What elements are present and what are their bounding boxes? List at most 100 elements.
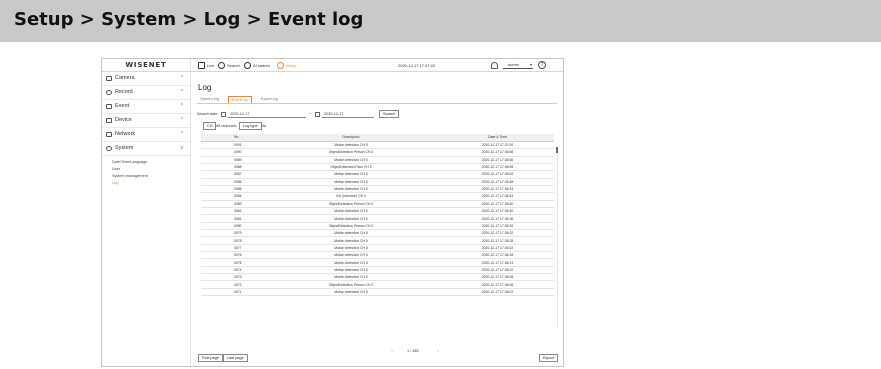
- table-row[interactable]: 0075 Motion detection CH 5 2020-12-17 17:3…: [201, 258, 554, 267]
- cell-description: ObjectDetection Person CH 2: [261, 148, 441, 157]
- cell-datetime: 2020-12-17 17:37:00: [441, 141, 554, 150]
- scrollbar-thumb[interactable]: [556, 147, 558, 153]
- sidebar-item-camera[interactable]: Camera ^: [102, 72, 190, 86]
- table-row[interactable]: 0090 ObjectDetection Person CH 2 2020-12-1…: [201, 148, 554, 157]
- last-page-button[interactable]: Last page: [223, 354, 248, 362]
- sidebar-item-label: Device: [115, 117, 132, 123]
- sidebar-item-network[interactable]: Network ^: [102, 128, 190, 142]
- calendar-icon[interactable]: [221, 112, 226, 117]
- table-row[interactable]: 0074 Motion detection CH 5 2020-12-17 17:3…: [201, 266, 554, 275]
- user-icon: [491, 62, 498, 69]
- table-row[interactable]: 0085 Motion detection CH 5 2020-12-17 17:3…: [201, 185, 554, 194]
- sidebar-subitem-user[interactable]: User: [102, 166, 190, 173]
- cell-no: 0072: [201, 280, 261, 289]
- chevron-up-icon: ^: [180, 89, 183, 95]
- table-row[interactable]: 0080 ObjectDetection Person CH 2 2020-12-1…: [201, 222, 554, 231]
- table-row[interactable]: 0086 Motion detection CH 5 2020-12-17 17:3…: [201, 178, 554, 186]
- cell-no: 0080: [201, 222, 261, 231]
- table-header: No. Description Date & Time: [201, 134, 554, 142]
- menu-ai-search[interactable]: AI search: [244, 61, 270, 70]
- search-button[interactable]: Search: [379, 110, 400, 118]
- system-gear-icon: [106, 146, 112, 151]
- table-row[interactable]: 0087 Motion detection CH 5 2020-12-17 17:3…: [201, 170, 554, 179]
- user-dropdown[interactable]: admin ▾: [503, 61, 533, 69]
- sidebar-item-event[interactable]: Event ^: [102, 100, 190, 114]
- log-type-button[interactable]: Log type: [239, 122, 262, 130]
- cell-datetime: 2020-12-17 17:36:44: [441, 192, 554, 201]
- cell-datetime: 2020-12-17 17:36:14: [441, 258, 554, 267]
- table-row[interactable]: 0088 ObjectDetection Face CH 5 2020-12-17 …: [201, 163, 554, 172]
- cell-datetime: 2020-12-17 17:36:02: [441, 288, 554, 297]
- menu-live[interactable]: Live: [198, 61, 214, 70]
- sidebar: Camera ^ Record ^ Event ^ Device ^ Netwo…: [102, 72, 191, 366]
- date-to-field[interactable]: 2020-12-17: [322, 110, 374, 118]
- cell-description: Motion detection CH 5: [261, 273, 441, 282]
- prev-page-icon[interactable]: <: [391, 348, 393, 354]
- chevron-up-icon: ^: [180, 75, 183, 81]
- calendar-icon[interactable]: [315, 112, 320, 117]
- tab-export-log[interactable]: Export log: [258, 96, 281, 103]
- table-row[interactable]: 0081 Motion detection CH 5 2020-12-17 17:3…: [201, 214, 554, 223]
- table-scrollbar[interactable]: [557, 147, 558, 327]
- sidebar-item-record[interactable]: Record ^: [102, 86, 190, 100]
- table-row[interactable]: 0078 Motion detection CH 5 2020-12-17 17:3…: [201, 236, 554, 245]
- cell-description: ObjectDetection Person CH 2: [261, 280, 441, 289]
- menu-search[interactable]: Search: [218, 61, 240, 70]
- sidebar-subitem-system-management[interactable]: System management: [102, 173, 190, 180]
- ch-button[interactable]: CH: [203, 122, 217, 130]
- cell-description: Motion detection CH 5: [261, 266, 441, 275]
- table-row[interactable]: 0084 IVA (Intrusion) CH 2 2020-12-17 17:36…: [201, 192, 554, 201]
- table-row[interactable]: 0072 ObjectDetection Person CH 2 2020-12-1…: [201, 280, 554, 289]
- sidebar-subitem-datetime[interactable]: Date/Time/Language: [102, 159, 190, 166]
- device-icon: [106, 118, 112, 123]
- cell-description: Motion detection CH 5: [261, 258, 441, 267]
- sidebar-item-label: Record: [115, 89, 133, 95]
- table-row[interactable]: 0077 Motion detection CH 5 2020-12-17 17:3…: [201, 244, 554, 253]
- cell-description: ObjectDetection Person CH 2: [261, 222, 441, 231]
- cell-description: Motion detection CH 5: [261, 214, 441, 223]
- gear-icon: [277, 62, 284, 69]
- tab-event-log[interactable]: Event log: [227, 96, 252, 103]
- cell-description: Motion detection CH 5: [261, 236, 441, 245]
- table-row[interactable]: 0083 ObjectDetection Person CH 2 2020-12-1…: [201, 200, 554, 209]
- help-icon[interactable]: ?: [538, 61, 546, 69]
- page-title: Log: [198, 83, 212, 92]
- date-from-field[interactable]: 2020-12-17: [228, 110, 306, 118]
- sidebar-item-label: System: [115, 145, 134, 151]
- cell-description: Motion detection CH 5: [261, 229, 441, 238]
- table-row[interactable]: 0091 Motion detection CH 5 2020-12-17 17:3…: [201, 141, 554, 150]
- chevron-down-icon: ▾: [529, 62, 532, 67]
- export-button[interactable]: Export: [539, 354, 558, 362]
- table-row[interactable]: 0082 Motion detection CH 5 2020-12-17 17:3…: [201, 207, 554, 216]
- sidebar-item-device[interactable]: Device ^: [102, 114, 190, 128]
- cell-no: 0091: [201, 141, 261, 150]
- cell-datetime: 2020-12-17 17:36:44: [441, 185, 554, 194]
- cell-description: Motion detection CH 5: [261, 207, 441, 216]
- next-page-icon[interactable]: >: [437, 348, 439, 354]
- table-row[interactable]: 0073 Motion detection CH 5 2020-12-17 17:3…: [201, 273, 554, 282]
- cell-no: 0085: [201, 185, 261, 194]
- table-row[interactable]: 0076 Motion detection CH 5 2020-12-17 17:3…: [201, 251, 554, 260]
- cell-no: 0086: [201, 178, 261, 186]
- table-row[interactable]: 0089 Motion detection CH 5 2020-12-17 17:3…: [201, 156, 554, 164]
- top-bar: WISENET Live Search AI search Setup 2020…: [102, 59, 563, 72]
- first-page-button[interactable]: First page: [198, 354, 223, 362]
- sidebar-subitem-log[interactable]: Log: [102, 180, 190, 187]
- cell-description: Motion detection CH 5: [261, 178, 441, 186]
- menu-setup[interactable]: Setup: [277, 61, 296, 70]
- cell-datetime: 2020-12-17 17:36:40: [441, 200, 554, 209]
- channel-value: All channels: [216, 124, 237, 128]
- table-row[interactable]: 0071 Motion detection CH 5 2020-12-17 17:3…: [201, 288, 554, 297]
- column-header-description[interactable]: Description: [261, 134, 441, 142]
- sidebar-item-system[interactable]: System v: [102, 142, 190, 156]
- chevron-up-icon: ^: [180, 117, 183, 123]
- event-icon: [106, 104, 112, 109]
- column-header-no[interactable]: No.: [201, 134, 261, 142]
- column-header-datetime[interactable]: Date & Time: [441, 134, 554, 142]
- cell-no: 0083: [201, 200, 261, 209]
- cell-description: ObjectDetection Face CH 5: [261, 163, 441, 172]
- table-row[interactable]: 0079 Motion detection CH 5 2020-12-17 17:3…: [201, 229, 554, 238]
- tab-system-log[interactable]: System log: [197, 96, 222, 103]
- cell-no: 0079: [201, 229, 261, 238]
- cell-no: 0081: [201, 214, 261, 223]
